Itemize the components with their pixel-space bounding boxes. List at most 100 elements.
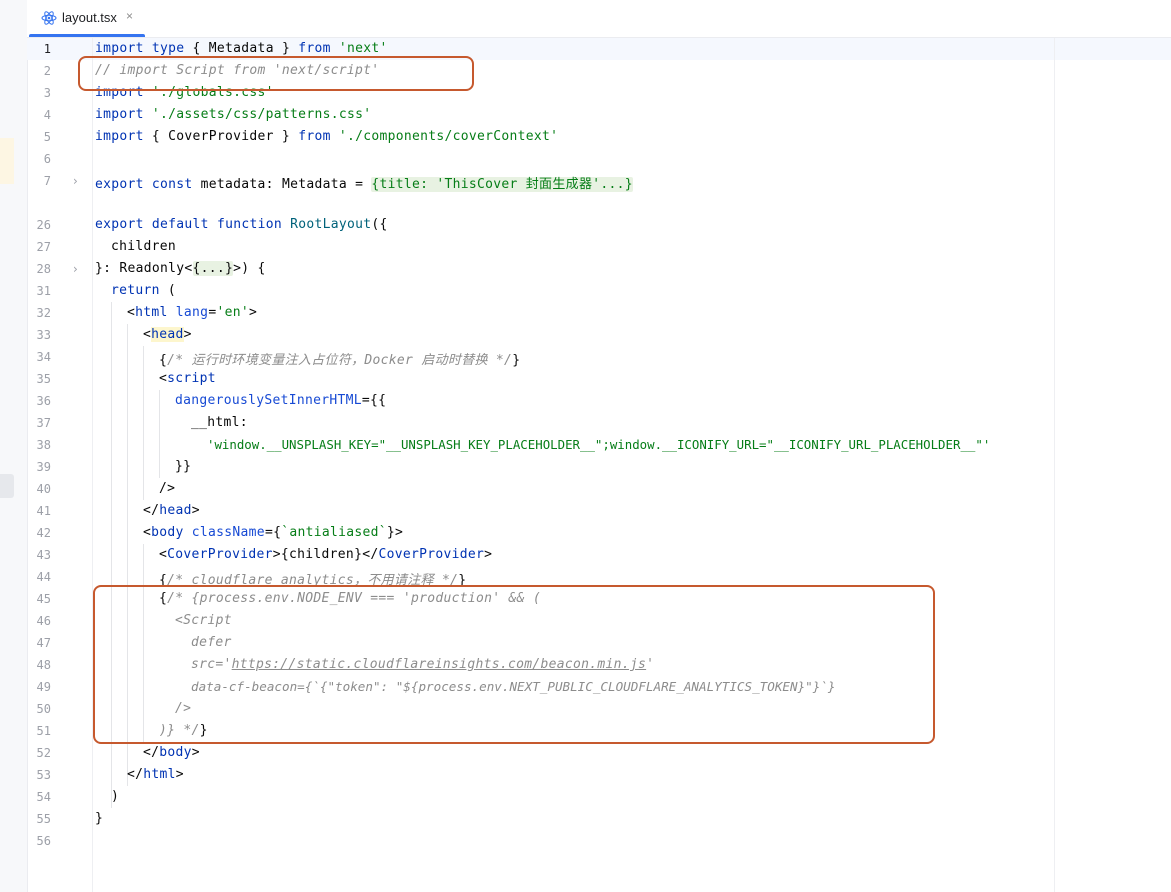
line-number: 37 xyxy=(36,416,51,430)
line-number: 27 xyxy=(36,240,51,254)
code-line-55[interactable]: 55 } xyxy=(27,808,1171,830)
code-line-42[interactable]: 42 <body className={`antialiased`}> xyxy=(27,522,1171,544)
token: > xyxy=(183,327,192,342)
token: import xyxy=(95,129,144,144)
token: head xyxy=(151,327,184,342)
token: > xyxy=(191,503,200,518)
code-line-33[interactable]: 33 <head> xyxy=(27,324,1171,346)
code-line-7[interactable]: 7 › export const metadata: Metadata = {t… xyxy=(27,170,1171,192)
code-line-27[interactable]: 27 children xyxy=(27,236,1171,258)
line-number: 28 xyxy=(36,262,51,276)
line-number: 50 xyxy=(36,702,51,716)
token: return xyxy=(111,283,160,298)
code-line-43[interactable]: 43 <CoverProvider>{children}</CoverProvi… xyxy=(27,544,1171,566)
line-number: 5 xyxy=(43,130,51,144)
token: children xyxy=(111,239,177,254)
code-line-52[interactable]: 52 </body> xyxy=(27,742,1171,764)
token: script xyxy=(167,371,216,386)
token: }> xyxy=(386,525,404,540)
code-line-37[interactable]: 37 __html: xyxy=(27,412,1171,434)
editor-tab-bar: layout.tsx × xyxy=(27,0,1171,38)
folded-region[interactable]: {title: 'ThisCover 封面生成器'...} xyxy=(371,177,633,192)
line-number: 44 xyxy=(36,570,51,584)
code-line-34[interactable]: 34 {/* 运行时环境变量注入占位符，Docker 启动时替换 */} xyxy=(27,346,1171,368)
token: RootLayout xyxy=(290,217,372,232)
token: metadata: Metadata = xyxy=(192,177,372,192)
code-line-53[interactable]: 53 </html> xyxy=(27,764,1171,786)
token: /> xyxy=(159,481,176,496)
line-number: 42 xyxy=(36,526,51,540)
line-number: 38 xyxy=(36,438,51,452)
tab-title: layout.tsx xyxy=(62,10,117,25)
token: 'next' xyxy=(338,41,388,56)
token: { Metadata } xyxy=(184,41,299,56)
code-line-38[interactable]: 38 'window.__UNSPLASH_KEY="__UNSPLASH_KE… xyxy=(27,434,1171,456)
token: }: Readonly< xyxy=(95,261,193,276)
token: dangerouslySetInnerHTML xyxy=(175,393,362,408)
code-line-5[interactable]: 5 import { CoverProvider } from './compo… xyxy=(27,126,1171,148)
token: ={{ xyxy=(361,393,387,408)
token: className xyxy=(191,525,265,540)
token: body xyxy=(159,745,192,760)
code-line-26[interactable] xyxy=(27,192,1171,214)
token: < xyxy=(159,547,168,562)
token: </ xyxy=(127,767,144,782)
line-number: 48 xyxy=(36,658,51,672)
token: html xyxy=(135,305,168,320)
token: ={ xyxy=(264,525,282,540)
token: const xyxy=(151,177,193,192)
code-line-35[interactable]: 35 <script xyxy=(27,368,1171,390)
folded-region[interactable]: {...} xyxy=(192,261,234,276)
code-line-31[interactable]: 31 return ( xyxy=(27,280,1171,302)
line-number: 34 xyxy=(36,350,51,364)
code-line-56[interactable]: 56 xyxy=(27,830,1171,852)
code-line-6[interactable]: 6 xyxy=(27,148,1171,170)
code-editor[interactable]: 1 import type { Metadata } from 'next' 2… xyxy=(27,38,1171,892)
token: CoverProvider xyxy=(167,547,273,562)
token: < xyxy=(143,327,152,342)
code-line-40[interactable]: 40 /> xyxy=(27,478,1171,500)
token: < xyxy=(143,525,152,540)
line-number: 51 xyxy=(36,724,51,738)
strip-scroll-handle[interactable] xyxy=(0,474,14,498)
token: ({ xyxy=(371,217,388,232)
token: 'en' xyxy=(216,305,249,320)
code-line-26b[interactable]: 26 export default function RootLayout({ xyxy=(27,214,1171,236)
token: { CoverProvider } xyxy=(143,129,299,144)
line-number: 55 xyxy=(36,812,51,826)
line-number: 56 xyxy=(36,834,51,848)
left-tool-strip xyxy=(0,0,28,892)
token: export xyxy=(95,217,144,232)
token: >) { xyxy=(233,261,266,276)
token: default xyxy=(151,217,209,232)
token: __html: xyxy=(191,415,248,430)
line-number: 3 xyxy=(43,86,51,100)
code-line-41[interactable]: 41 </head> xyxy=(27,500,1171,522)
code-line-4[interactable]: 4 import './assets/css/patterns.css' xyxy=(27,104,1171,126)
token: } xyxy=(95,811,104,826)
fold-chevron-icon[interactable]: › xyxy=(73,262,78,276)
line-number: 1 xyxy=(43,42,51,56)
code-line-39[interactable]: 39 }} xyxy=(27,456,1171,478)
tab-layout-tsx[interactable]: layout.tsx × xyxy=(29,0,145,37)
line-number: 46 xyxy=(36,614,51,628)
token: > xyxy=(175,767,184,782)
line-number: 43 xyxy=(36,548,51,562)
code-line-28[interactable]: 28 › }: Readonly<{...}>) { xyxy=(27,258,1171,280)
fold-chevron-icon[interactable]: › xyxy=(73,174,78,188)
line-number: 33 xyxy=(36,328,51,342)
line-number: 54 xyxy=(36,790,51,804)
code-line-36[interactable]: 36 dangerouslySetInnerHTML={{ xyxy=(27,390,1171,412)
token: from xyxy=(298,41,331,56)
line-number: 6 xyxy=(43,152,51,166)
code-line-32[interactable]: 32 <html lang='en'> xyxy=(27,302,1171,324)
close-icon[interactable]: × xyxy=(126,9,133,23)
code-line-54[interactable]: 54 ) xyxy=(27,786,1171,808)
comment: /* 运行时环境变量注入占位符，Docker 启动时替换 */ xyxy=(167,353,513,368)
line-number: 41 xyxy=(36,504,51,518)
token: < xyxy=(159,371,168,386)
token: export xyxy=(95,177,144,192)
token: html xyxy=(143,767,176,782)
token: './assets/css/patterns.css' xyxy=(151,107,372,122)
token: function xyxy=(216,217,282,232)
